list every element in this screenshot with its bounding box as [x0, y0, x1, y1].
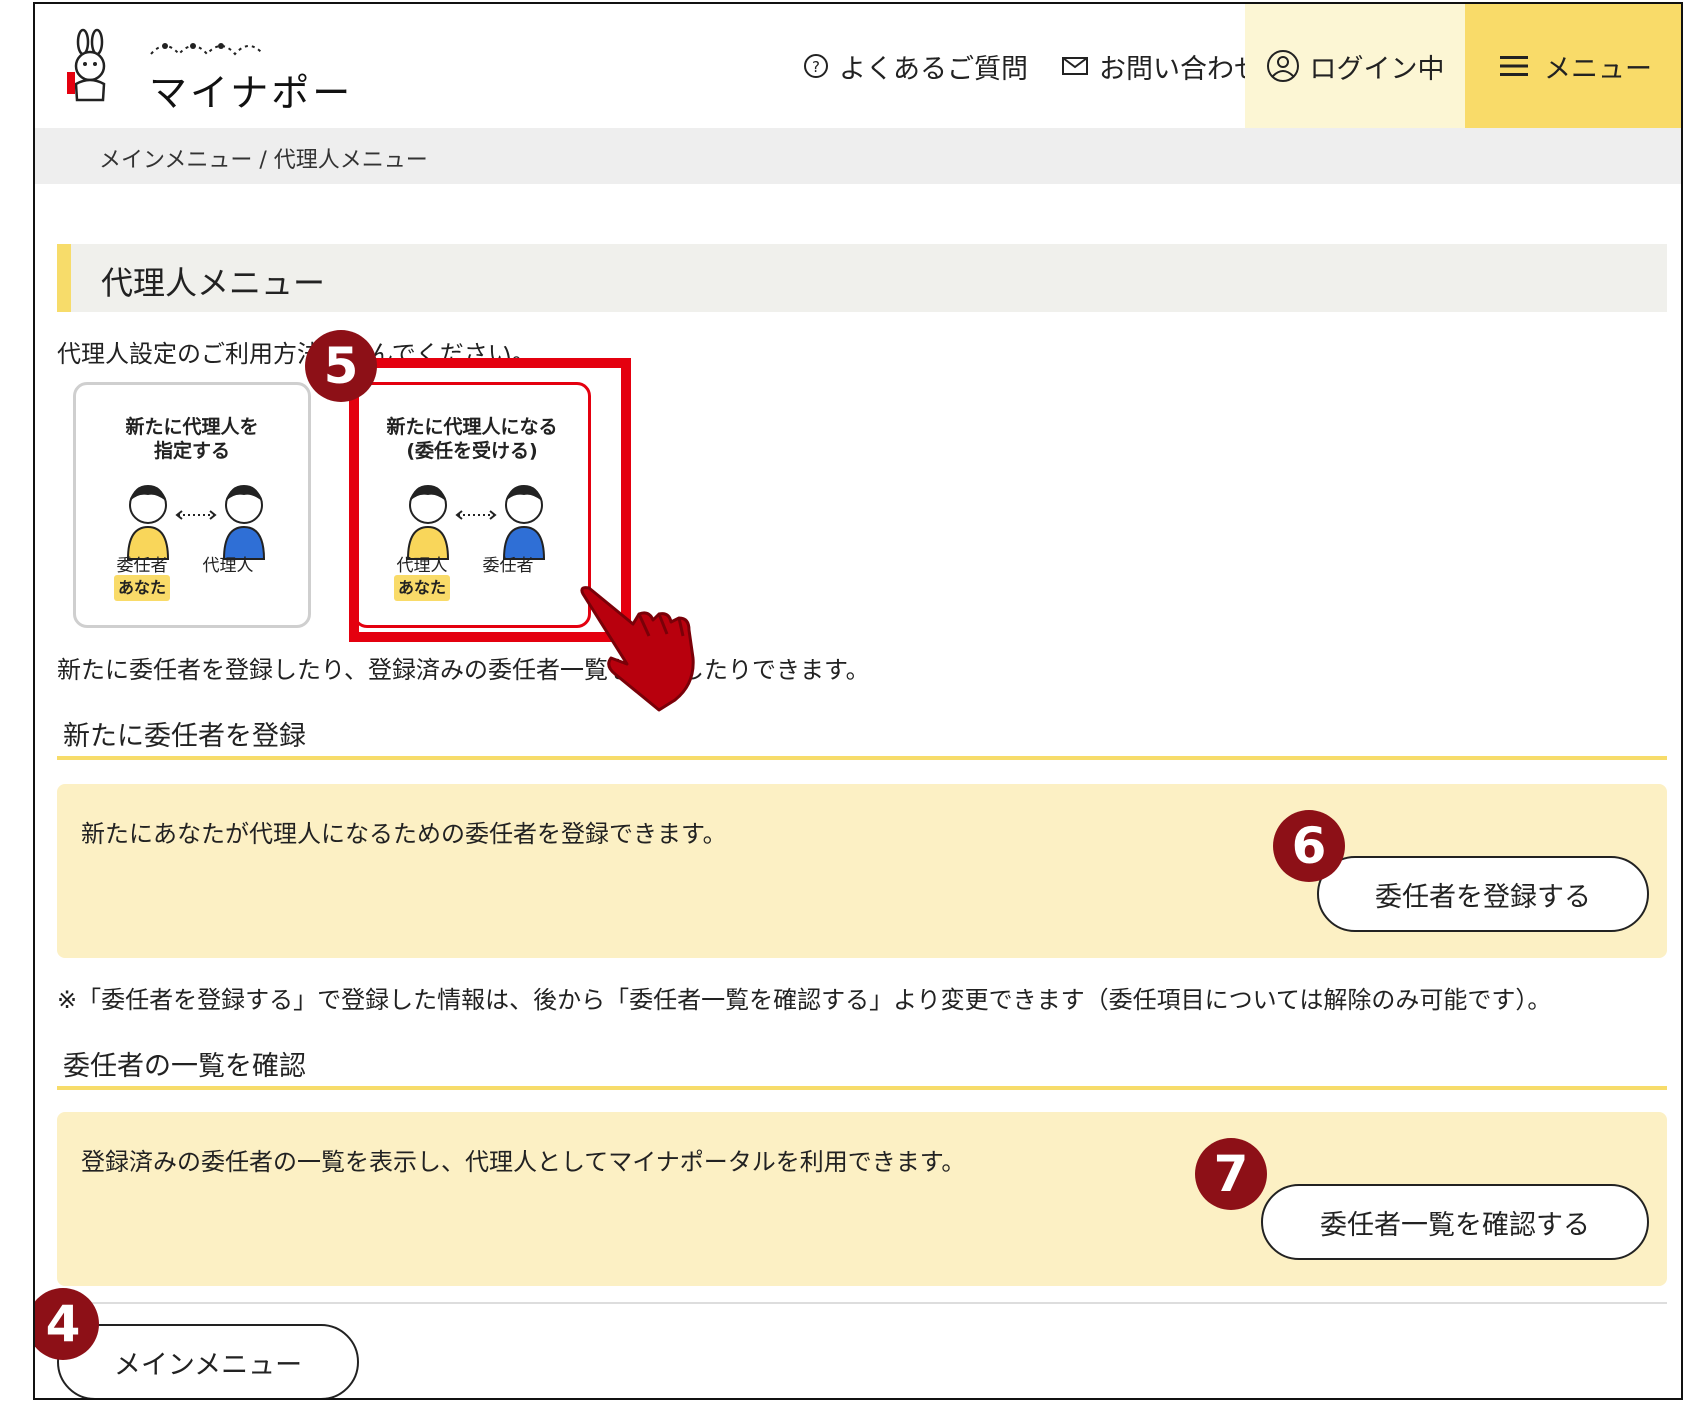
mascot-icon [67, 28, 106, 102]
divider [57, 1302, 1667, 1304]
breadcrumb[interactable]: メインメニュー / 代理人メニュー [99, 142, 428, 174]
card-right-label: 代理人 [202, 556, 254, 576]
browser-frame: マイナポータル ? よくあるご質問 お問い合わせ ログイン中 メニュー メインメ… [33, 2, 1683, 1400]
menu-button[interactable]: メニュー [1465, 4, 1681, 128]
login-status-button[interactable]: ログイン中 [1245, 4, 1465, 128]
question-icon: ? [804, 54, 828, 78]
contact-link[interactable]: お問い合わせ [1061, 4, 1261, 128]
contact-label: お問い合わせ [1099, 53, 1261, 85]
people-icon [126, 485, 266, 560]
menu-description: 新たに委任者を登録したり、登録済みの委任者一覧を確認したりできます。 [57, 656, 870, 684]
breadcrumb-bar: メインメニュー / 代理人メニュー [35, 128, 1681, 184]
login-label: ログイン中 [1309, 53, 1445, 85]
register-panel-text: 新たにあなたが代理人になるための委任者を登録できます。 [81, 820, 727, 848]
card-left-label: 委任者 [116, 556, 168, 576]
list-panel-text: 登録済みの委任者の一覧を表示し、代理人としてマイナポータルを利用できます。 [81, 1148, 966, 1176]
logo-dots-icon [150, 43, 264, 56]
step-badge-5: 5 [305, 330, 377, 402]
hamburger-icon [1500, 56, 1528, 76]
svg-text:?: ? [812, 58, 820, 76]
register-section-heading: 新たに委任者を登録 [57, 714, 1667, 760]
main-menu-button[interactable]: メインメニュー [57, 1324, 359, 1398]
step-badge-7: 7 [1195, 1138, 1267, 1210]
view-delegator-list-button[interactable]: 委任者一覧を確認する [1261, 1184, 1649, 1260]
mail-icon [1062, 57, 1088, 75]
note-text: ※「委任者を登録する」で登録した情報は、後から「委任者一覧を確認する」より変更で… [57, 986, 1552, 1014]
page-title: 代理人メニュー [101, 264, 326, 302]
page-title-bar: 代理人メニュー [57, 244, 1667, 312]
user-icon [1266, 50, 1299, 82]
step-badge-6: 6 [1273, 810, 1345, 882]
faq-link[interactable]: ? よくあるご質問 [803, 4, 1028, 128]
list-section-heading: 委任者の一覧を確認 [57, 1044, 1667, 1090]
site-logo[interactable]: マイナポータル [59, 28, 359, 170]
pointing-hand-icon [580, 586, 695, 712]
card-title: 新たに代理人を 指定する [125, 416, 259, 462]
card-designate-proxy[interactable]: 新たに代理人を 指定する 委任者 代理人 あなた [73, 382, 311, 628]
register-delegator-button[interactable]: 委任者を登録する [1317, 856, 1649, 932]
menu-label: メニュー [1544, 53, 1652, 85]
site-header: マイナポータル ? よくあるご質問 お問い合わせ ログイン中 メニュー [35, 4, 1681, 170]
you-badge: あなた [114, 575, 170, 601]
faq-label: よくあるご質問 [839, 53, 1028, 85]
